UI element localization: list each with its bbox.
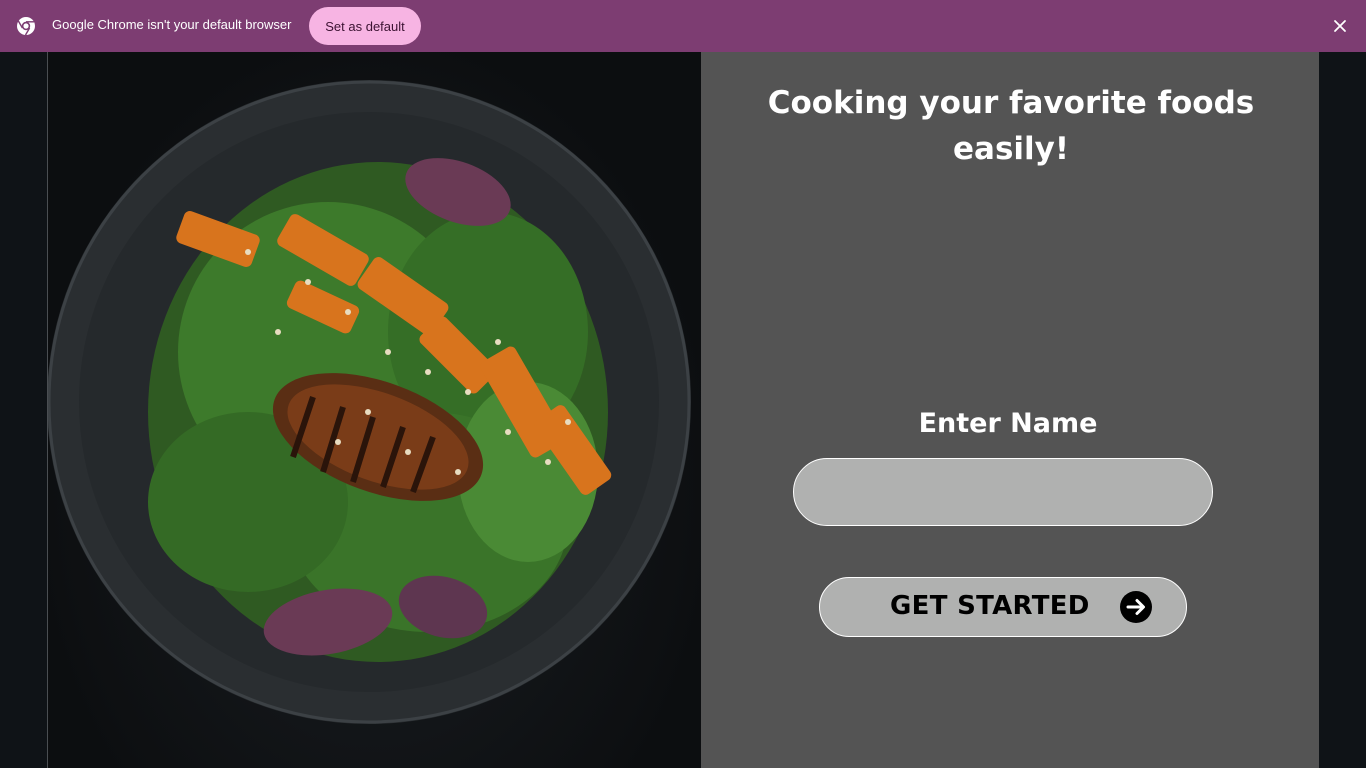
get-started-label: GET STARTED: [890, 591, 1090, 621]
welcome-panel: Cooking your favorite foods easily! Ente…: [701, 52, 1319, 768]
close-icon[interactable]: [1330, 16, 1350, 36]
salad-plate-photo: [48, 80, 691, 724]
infobar-message: Google Chrome isn't your default browser: [52, 17, 292, 32]
arrow-right-circle-icon: [1120, 591, 1152, 623]
food-photo: [48, 52, 701, 768]
chrome-icon: [17, 17, 35, 36]
default-browser-infobar: Google Chrome isn't your default browser…: [0, 0, 1366, 52]
page-margin-right: [1319, 52, 1366, 768]
name-label: Enter Name: [918, 408, 1098, 439]
set-as-default-button[interactable]: Set as default: [309, 7, 421, 45]
page-title: Cooking your favorite foods easily!: [767, 85, 1255, 167]
name-input[interactable]: [793, 458, 1213, 526]
page-margin-left: [0, 52, 48, 768]
get-started-button[interactable]: GET STARTED: [819, 577, 1187, 637]
